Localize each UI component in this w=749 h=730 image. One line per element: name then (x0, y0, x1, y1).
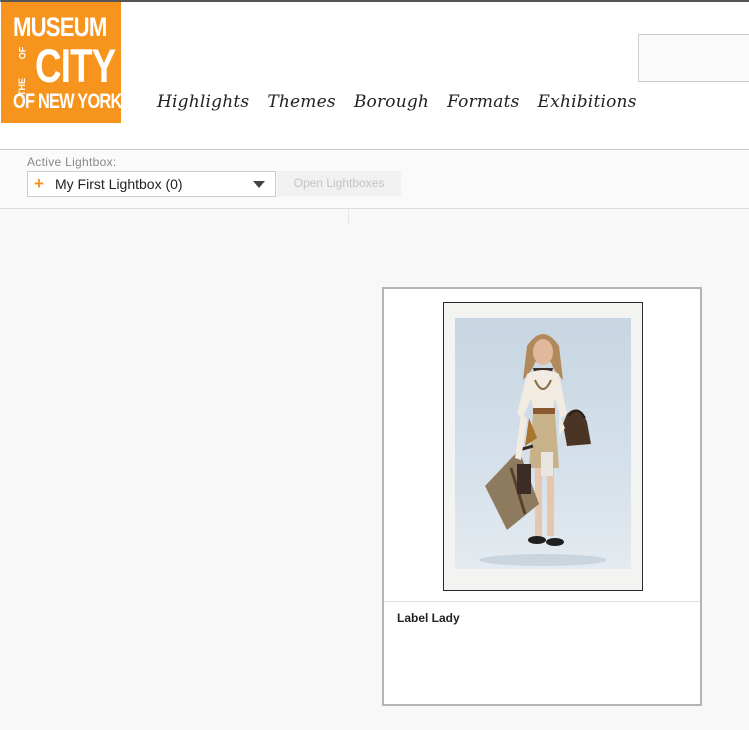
figure-illustration (479, 334, 607, 566)
site-header: MUSEUM OF THE CITY OF NEW YORK Highlight… (0, 2, 749, 149)
results-area: Label Lady (0, 209, 749, 730)
photo-image (455, 318, 631, 569)
nav-themes[interactable]: Themes (267, 92, 335, 112)
lightbox-select-value: My First Lightbox (0) (55, 176, 183, 192)
nav-exhibitions[interactable]: Exhibitions (538, 92, 637, 112)
nav-highlights[interactable]: Highlights (157, 92, 249, 112)
result-thumbnail[interactable] (443, 302, 643, 591)
column-divider (348, 209, 349, 225)
logo-of: OF (17, 46, 27, 60)
main-nav: Highlights Themes Borough Formats Exhibi… (157, 92, 655, 112)
nav-formats[interactable]: Formats (447, 92, 519, 112)
lightbox-bar: Active Lightbox: + My First Lightbox (0)… (0, 150, 749, 208)
search-input[interactable] (638, 34, 749, 82)
logo-line-museum: MUSEUM (13, 12, 107, 42)
logo-line-new-york: OF NEW YORK (13, 90, 121, 113)
open-lightboxes-button[interactable]: Open Lightboxes (277, 171, 401, 196)
result-title[interactable]: Label Lady (397, 611, 460, 625)
nav-borough[interactable]: Borough (354, 92, 429, 112)
museum-logo[interactable]: MUSEUM OF THE CITY OF NEW YORK (1, 2, 121, 123)
active-lightbox-label: Active Lightbox: (27, 155, 117, 169)
card-divider (384, 601, 700, 602)
plus-icon: + (34, 174, 44, 193)
chevron-down-icon (253, 181, 265, 188)
result-card[interactable]: Label Lady (382, 287, 702, 706)
logo-line-city: CITY (35, 39, 116, 92)
lightbox-select[interactable]: + My First Lightbox (0) (27, 171, 276, 197)
logo-vertical-text: OF THE (11, 46, 33, 96)
